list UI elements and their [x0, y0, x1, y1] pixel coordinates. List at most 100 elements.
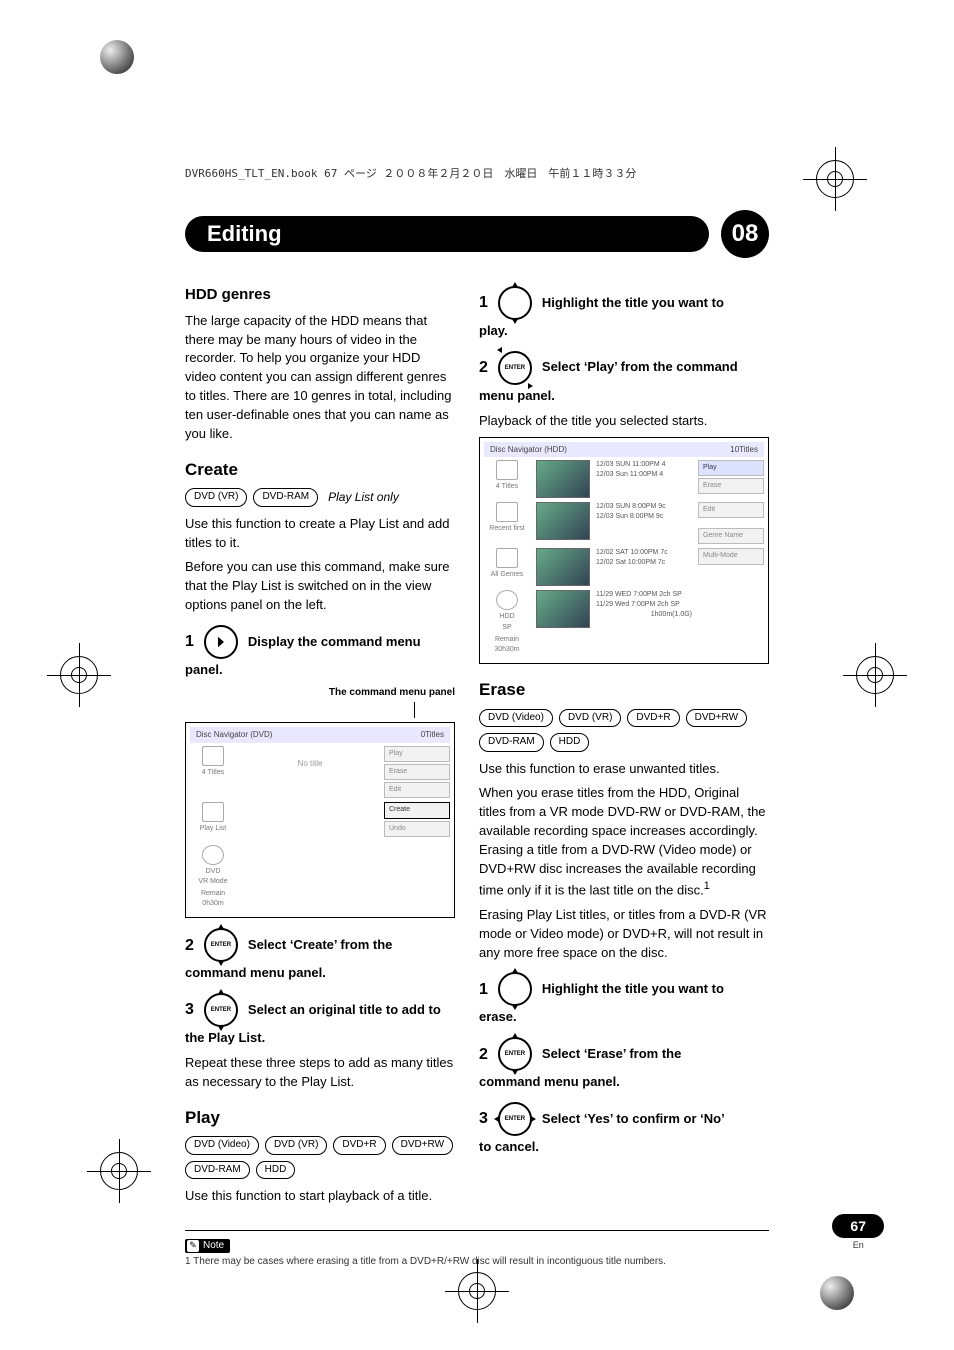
nav-no-title: No title: [242, 746, 378, 782]
nav-cmd-play: Play: [698, 460, 764, 476]
badge-dvd-ram: DVD-RAM: [185, 1161, 250, 1180]
nav-title-left: Disc Navigator (DVD): [196, 729, 272, 741]
create-badges: DVD (VR) DVD-RAM Play List only: [185, 488, 455, 507]
dpad-icon: [498, 972, 532, 1006]
disc-navigator-hdd-panel: Disc Navigator (HDD) 10Titles 4 Titles 1…: [479, 437, 769, 664]
play-step2-body: Playback of the title you selected start…: [479, 412, 769, 431]
badge-hdd: HDD: [550, 733, 590, 752]
step-text: Highlight the title you want to: [542, 980, 724, 999]
heading-play: Play: [185, 1106, 455, 1131]
step-text: Select ‘Erase’ from the: [542, 1045, 681, 1064]
sort-icon: [496, 502, 518, 522]
step-text: Select an original title to add to: [248, 1001, 441, 1020]
chapter-title: Editing: [185, 216, 709, 252]
badge-dvd-vr: DVD (VR): [185, 488, 247, 507]
step-text: Highlight the title you want to: [542, 294, 724, 313]
panel-caption: The command menu panel: [185, 686, 455, 701]
nav-side-recent: Recent first: [484, 502, 530, 534]
heading-create: Create: [185, 458, 455, 483]
nav-side-playlist: Play List: [190, 802, 236, 834]
nav-side-4titles: 4 Titles: [190, 746, 236, 778]
print-header-line: DVR660HS_TLT_EN.book 67 ページ ２００８年２月２０日 水…: [185, 165, 636, 181]
step-number: 3: [185, 998, 194, 1021]
nav-thumbnail: [536, 460, 590, 498]
chapter-bar: Editing 08: [185, 210, 769, 258]
play-body: Use this function to start playback of a…: [185, 1187, 455, 1206]
create-p1: Use this function to create a Play List …: [185, 515, 455, 553]
footnote-ref: 1: [704, 880, 710, 892]
step-text-cont: erase.: [479, 1008, 769, 1027]
step-text-cont: command menu panel.: [479, 1073, 769, 1092]
registration-mark-icon: [816, 160, 854, 198]
heading-erase: Erase: [479, 678, 769, 703]
step-number: 3: [479, 1107, 488, 1130]
step-number: 1: [479, 978, 488, 1001]
registration-mark-icon: [60, 656, 98, 694]
create-step3-body: Repeat these three steps to add as many …: [185, 1054, 455, 1092]
badge-dvd-vr: DVD (VR): [265, 1136, 327, 1155]
create-step-2: 2 ENTER Select ‘Create’ from the: [185, 928, 455, 962]
note-badge: ✎ Note: [185, 1239, 230, 1253]
step-text-cont: menu panel.: [479, 387, 769, 406]
nav-side-hdd: HDD SP Remain 30h30m: [484, 590, 530, 655]
page-number-wrap: 67 En: [832, 1214, 884, 1250]
erase-step-2: 2 ENTER Select ‘Erase’ from the: [479, 1037, 769, 1071]
badge-dvdplusrw: DVD+RW: [686, 709, 747, 728]
nav-side-allgenres: All Genres: [484, 548, 530, 580]
registration-mark-icon: [100, 1152, 138, 1190]
nav-side-4titles: 4 Titles: [484, 460, 530, 492]
dpad-icon: [498, 286, 532, 320]
page-number: 67: [832, 1214, 884, 1238]
step-text: Select ‘Create’ from the: [248, 936, 393, 955]
badge-dvd-video: DVD (Video): [185, 1136, 259, 1155]
badge-dvdplusrw: DVD+RW: [392, 1136, 453, 1155]
registration-mark-icon: [458, 1272, 496, 1310]
badge-dvd-ram: DVD-RAM: [253, 488, 318, 507]
step-number: 2: [185, 934, 194, 957]
badge-dvd-ram: DVD-RAM: [479, 733, 544, 752]
registration-mark-icon: [856, 656, 894, 694]
nav-cmd-edit: Edit: [384, 782, 450, 798]
erase-p3: Erasing Play List titles, or titles from…: [479, 906, 769, 963]
enter-button-icon: ENTER: [204, 993, 238, 1027]
erase-badges: DVD (Video) DVD (VR) DVD+R DVD+RW DVD-RA…: [479, 709, 769, 752]
disc-icon: [202, 845, 224, 865]
step-text-cont: play.: [479, 322, 769, 341]
enter-button-icon: ENTER: [204, 928, 238, 962]
badge-dvdplusr: DVD+R: [333, 1136, 385, 1155]
create-p2: Before you can use this command, make su…: [185, 558, 455, 615]
enter-button-icon: ENTER: [498, 1102, 532, 1136]
hdd-genres-body: The large capacity of the HDD means that…: [185, 312, 455, 444]
erase-step-3: 3 ENTER Select ‘Yes’ to confirm or ‘No’: [479, 1102, 769, 1136]
step-text-cont: panel.: [185, 661, 455, 680]
step-number: 1: [185, 630, 194, 653]
nav-title-right: 0Titles: [421, 729, 444, 741]
badge-dvd-vr: DVD (VR): [559, 709, 621, 728]
nav-cmd-erase: Erase: [698, 478, 764, 494]
badge-hdd: HDD: [256, 1161, 296, 1180]
right-column: 1 Highlight the title you want to play. …: [479, 276, 769, 1212]
nav-title-right: 10Titles: [730, 444, 758, 456]
reg-sphere: [820, 1276, 854, 1310]
nav-thumbnail: [536, 502, 590, 540]
heading-hdd-genres: HDD genres: [185, 284, 455, 306]
nav-cmd-erase: Erase: [384, 764, 450, 780]
enter-button-icon: ENTER: [498, 1037, 532, 1071]
badge-dvdplusr: DVD+R: [627, 709, 679, 728]
disc-icon: [496, 590, 518, 610]
nav-title-left: Disc Navigator (HDD): [490, 444, 567, 456]
erase-p2: When you erase titles from the HDD, Orig…: [479, 784, 769, 899]
step-number: 2: [479, 356, 488, 379]
step-text: Display the command menu: [248, 633, 421, 652]
step-text: Select ‘Yes’ to confirm or ‘No’: [542, 1110, 725, 1129]
step-text-cont: to cancel.: [479, 1138, 769, 1157]
grid-icon: [202, 746, 224, 766]
right-arrow-icon: [204, 625, 238, 659]
erase-step-1: 1 Highlight the title you want to: [479, 972, 769, 1006]
step-number: 1: [479, 291, 488, 314]
create-step-3: 3 ENTER Select an original title to add …: [185, 993, 455, 1027]
nav-cmd-multi: Multi-Mode: [698, 548, 764, 564]
reg-sphere: [100, 40, 134, 74]
play-step-1: 1 Highlight the title you want to: [479, 286, 769, 320]
page-lang: En: [832, 1240, 884, 1250]
